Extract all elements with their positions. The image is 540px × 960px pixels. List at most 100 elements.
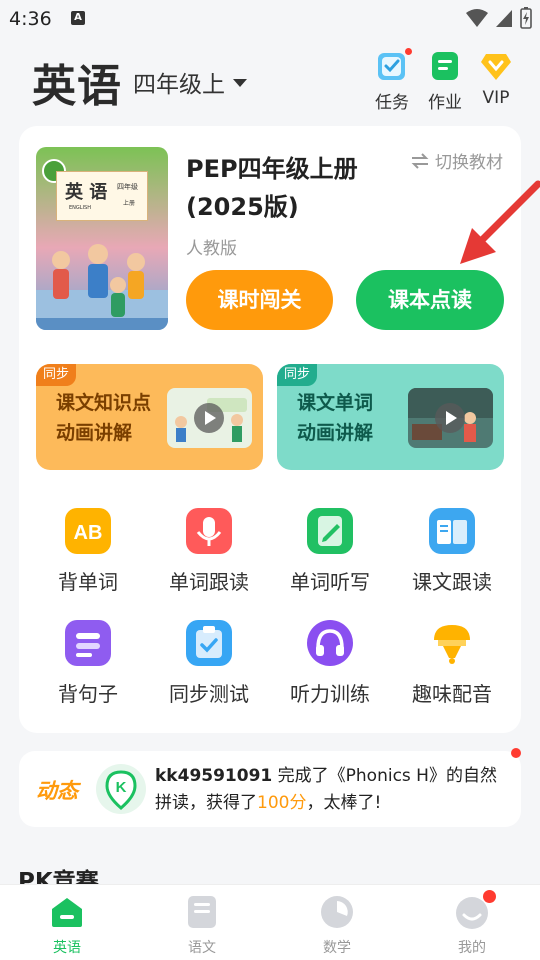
vip-button[interactable]: VIP xyxy=(469,50,523,108)
open-book-icon xyxy=(429,508,475,554)
notification-a-icon: A xyxy=(71,11,85,25)
publisher-label: 人教版 xyxy=(186,239,237,259)
activity-user: kk49591091 xyxy=(155,766,273,786)
cover-title-plate: 英 语 四年级 ENGLISH 上册 xyxy=(56,171,148,221)
feature-word-dictation[interactable]: 单词听写 xyxy=(280,508,380,595)
play-icon xyxy=(435,403,465,433)
dubbing-icon xyxy=(429,620,475,666)
feature-sync-test[interactable]: 同步测试 xyxy=(159,620,259,707)
math-pie-icon xyxy=(318,893,356,931)
promo-line1: 课文单词 xyxy=(297,392,374,414)
bottom-nav: 英语 语文 数学 我的 xyxy=(0,884,540,960)
ab-words-icon: AB xyxy=(65,508,111,554)
switch-textbook-button[interactable]: 切换教材 xyxy=(411,148,503,173)
tab-label: 我的 xyxy=(458,940,486,956)
wifi-icon xyxy=(466,9,488,27)
book-title: PEP四年级上册(2025版) xyxy=(186,155,358,221)
feature-label: 同步测试 xyxy=(169,682,249,706)
caret-down-icon xyxy=(233,79,247,87)
grade-selector[interactable]: 四年级上 xyxy=(133,65,247,99)
red-arrow-annotation xyxy=(460,180,540,264)
avatar: K xyxy=(96,764,146,814)
feature-label: 单词听写 xyxy=(290,570,370,594)
textbook-reading-button[interactable]: 课本点读 xyxy=(356,270,504,330)
feature-label: 背单词 xyxy=(58,570,118,594)
profile-badge-dot xyxy=(483,890,496,903)
promo-text: 课文单词 动画讲解 xyxy=(297,388,373,448)
feature-sentence-memorize[interactable]: 背句子 xyxy=(38,620,138,707)
promo-thumbnail xyxy=(408,388,493,448)
activity-feed-card[interactable]: 动态 K kk49591091 完成了《Phonics H》的自然拼读，获得了1… xyxy=(19,748,521,827)
sentence-list-icon xyxy=(65,620,111,666)
clipboard-check-icon xyxy=(186,620,232,666)
task-button[interactable]: 任务 xyxy=(365,48,419,113)
tab-label: 语文 xyxy=(188,940,216,956)
promo-line1: 课文知识点 xyxy=(56,392,152,414)
promo-line2: 动画讲解 xyxy=(297,422,374,444)
homework-label: 作业 xyxy=(428,93,462,113)
chinese-book-icon xyxy=(183,893,221,931)
play-icon xyxy=(194,403,224,433)
feature-label: 背句子 xyxy=(58,682,118,706)
feature-text-follow-read[interactable]: 课文跟读 xyxy=(402,508,502,595)
tab-math[interactable]: 数学 xyxy=(302,893,372,957)
homework-button[interactable]: 作业 xyxy=(418,50,472,113)
activity-label: 动态 xyxy=(36,779,78,803)
promo-text: 课文知识点 动画讲解 xyxy=(56,388,151,448)
tab-chinese[interactable]: 语文 xyxy=(167,893,237,957)
cover-grade: 四年级 xyxy=(117,183,138,191)
activity-badge-dot xyxy=(511,748,521,758)
cover-volume: 上册 xyxy=(123,200,136,207)
switch-textbook-label: 切换教材 xyxy=(435,153,503,173)
svg-text:AB: AB xyxy=(74,522,103,544)
promo-thumbnail xyxy=(167,388,252,448)
vip-diamond-icon xyxy=(480,50,512,82)
task-check-icon xyxy=(376,48,412,82)
battery-icon xyxy=(520,7,532,29)
microphone-icon xyxy=(186,508,232,554)
status-bar: 4:36 A xyxy=(0,0,540,38)
book-cover[interactable]: 英 语 四年级 ENGLISH 上册 xyxy=(36,147,168,330)
svg-text:K: K xyxy=(116,779,127,796)
cover-illustration xyxy=(36,244,168,330)
swap-arrows-icon xyxy=(411,152,429,169)
lesson-challenge-button[interactable]: 课时闯关 xyxy=(186,270,333,330)
tab-profile[interactable]: 我的 xyxy=(437,890,507,957)
feature-label: 课文跟读 xyxy=(412,570,492,594)
activity-message: kk49591091 完成了《Phonics H》的自然拼读，获得了100分，太… xyxy=(155,763,505,817)
system-icons xyxy=(466,7,532,29)
promo-word-animation[interactable]: 同步 课文单词 动画讲解 xyxy=(277,364,504,470)
tab-label: 英语 xyxy=(53,940,81,956)
signal-icon xyxy=(496,10,512,27)
promo-tag: 同步 xyxy=(36,364,77,386)
page-title: 英语 xyxy=(32,61,122,112)
promo-line2: 动画讲解 xyxy=(56,422,133,444)
activity-text-end: ，太棒了! xyxy=(306,793,382,813)
vip-label: VIP xyxy=(482,88,510,108)
feature-label: 听力训练 xyxy=(290,682,370,706)
feature-label: 趣味配音 xyxy=(412,682,492,706)
promo-tag: 同步 xyxy=(277,364,318,386)
header: 英语 四年级上 任务 作业 VIP xyxy=(0,40,540,122)
feature-fun-dubbing[interactable]: 趣味配音 xyxy=(402,620,502,707)
feature-word-memorize[interactable]: AB 背单词 xyxy=(38,508,138,595)
tab-label: 数学 xyxy=(323,940,351,956)
activity-score: 100分 xyxy=(257,793,307,813)
cover-title: 英 语 xyxy=(65,182,108,203)
feature-label: 单词跟读 xyxy=(169,570,249,594)
feature-listening-training[interactable]: 听力训练 xyxy=(280,620,380,707)
grade-label: 四年级上 xyxy=(133,72,225,98)
cover-subtitle: ENGLISH xyxy=(69,205,91,211)
profile-face-icon xyxy=(453,890,496,931)
pen-write-icon xyxy=(307,508,353,554)
task-badge-dot xyxy=(405,48,412,55)
status-time: 4:36 xyxy=(9,8,52,30)
task-label: 任务 xyxy=(375,93,409,113)
tab-english[interactable]: 英语 xyxy=(32,893,102,957)
feature-word-follow-read[interactable]: 单词跟读 xyxy=(159,508,259,595)
textbook-card: 英 语 四年级 ENGLISH 上册 PEP四年级上册(2025版) 人教版 切… xyxy=(19,126,521,733)
homework-icon xyxy=(429,50,461,82)
promo-knowledge-animation[interactable]: 同步 课文知识点 动画讲解 xyxy=(36,364,263,470)
headphones-icon xyxy=(307,620,353,666)
home-icon xyxy=(48,893,86,931)
